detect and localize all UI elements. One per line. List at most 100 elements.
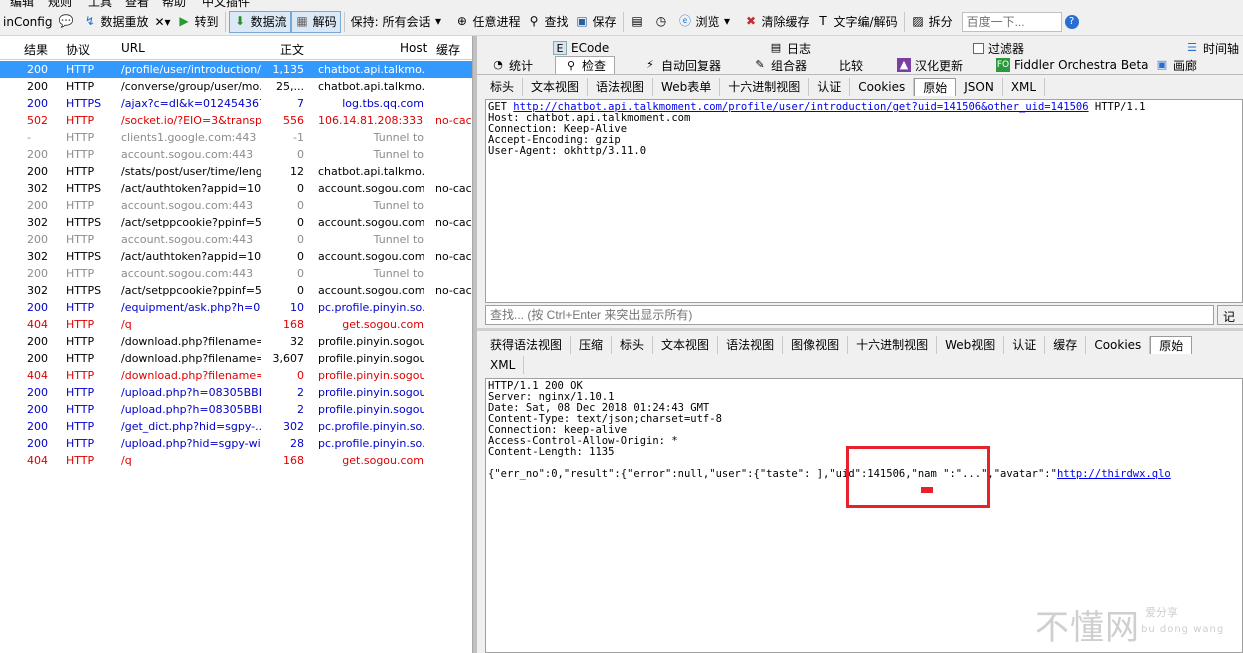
tab-gallery[interactable]: ▣ 画廊 — [1155, 56, 1197, 74]
stream-button[interactable]: ⬇ 数据流 — [228, 10, 291, 33]
response-tab[interactable]: 认证 — [1004, 336, 1046, 354]
cell-host: profile.pinyin.sogou... — [318, 386, 424, 399]
request-tab[interactable]: 文本视图 — [523, 78, 589, 96]
text-encode-button[interactable]: T 文字编/解码 — [813, 11, 901, 33]
find-view-button[interactable]: 记 — [1217, 305, 1243, 325]
cell-protocol: HTTP — [66, 420, 95, 433]
tab-autoresponder[interactable]: ⚡ 自动回复器 — [643, 56, 721, 74]
request-tab[interactable]: Web表单 — [653, 78, 721, 96]
response-tab[interactable]: 十六进制视图 — [848, 336, 938, 354]
table-row[interactable]: 200 HTTP/converse/group/user/mo... 25,... c… — [0, 78, 472, 95]
timer-button[interactable]: ◷ — [651, 11, 675, 33]
menu-rules[interactable]: 规则 — [48, 0, 72, 8]
table-row[interactable]: 200 HTTP/upload.php?hid=sgpy-wi... 28 pc.pr… — [0, 435, 472, 452]
any-process-button[interactable]: ⊕ 任意进程 — [451, 11, 523, 33]
search-input[interactable] — [961, 11, 1062, 32]
response-tab[interactable]: 图像视图 — [783, 336, 849, 354]
table-row[interactable]: 502 HTTP/socket.io/?EIO=3&transp... 556 106… — [0, 112, 472, 129]
table-row[interactable]: 200 HTTP/download.php?filename=... 3,607 pr… — [0, 350, 472, 367]
clear-cache-button[interactable]: ✖ 清除缓存 — [741, 11, 813, 33]
tab-inspectors[interactable]: ⚲ 检查 — [555, 56, 616, 74]
column-cache[interactable]: 缓存 — [436, 41, 460, 58]
table-row[interactable]: 200 HTTP/upload.php?h=08305BBB... 2 profile… — [0, 401, 472, 418]
screenshot-button[interactable]: ▤ — [627, 11, 651, 33]
table-row[interactable]: 200 HTTP/get_dict.php?hid=sgpy-... 302 pc.p… — [0, 418, 472, 435]
replay-button[interactable]: ↯ 数据重放 — [79, 11, 151, 33]
response-tab[interactable]: Cookies — [1086, 336, 1151, 354]
response-tab[interactable]: 压缩 — [571, 336, 613, 354]
column-body[interactable]: 正文 — [280, 41, 304, 58]
go-button[interactable]: ▶ 转到 — [174, 11, 222, 33]
cell-url: /upload.php?h=08305BBB... — [121, 403, 261, 416]
table-row[interactable]: 302 HTTPS/act/authtoken?appid=10... 0 accou… — [0, 248, 472, 265]
response-tab[interactable]: 获得语法视图 — [482, 336, 572, 354]
table-row[interactable]: 200 HTTPS/ajax?c=dl&k=012454367... 7 log.tb… — [0, 95, 472, 112]
response-tab[interactable]: 标头 — [612, 336, 654, 354]
table-row[interactable]: 302 HTTPS/act/authtoken?appid=10... 0 accou… — [0, 180, 472, 197]
request-raw-view[interactable]: GET http://chatbot.api.talkmoment.com/pr… — [485, 99, 1243, 303]
response-tab[interactable]: XML — [482, 356, 525, 374]
find-input[interactable] — [485, 305, 1214, 325]
request-tab[interactable]: Cookies — [850, 78, 915, 96]
column-result[interactable]: 结果 — [24, 41, 48, 58]
help-button[interactable]: ? — [1062, 11, 1085, 33]
table-row[interactable]: 200 HTTP/profile/user/introduction/... 1,1… — [0, 61, 472, 78]
comment-button[interactable]: 💬 — [55, 11, 79, 33]
browse-button[interactable]: ⓔ 浏览 ▾ — [675, 11, 741, 33]
table-row[interactable]: 200 HTTP/stats/post/user/time/length 12 cha… — [0, 163, 472, 180]
decode-button[interactable]: ▦ 解码 — [290, 10, 341, 33]
response-tab[interactable]: 文本视图 — [653, 336, 719, 354]
tearoff-button[interactable]: ▨ 拆分 — [908, 11, 956, 33]
table-row[interactable]: 302 HTTPS/act/setppcookie?ppinf=5... 0 acco… — [0, 214, 472, 231]
winconfig-button[interactable]: inConfig — [0, 11, 55, 33]
table-row[interactable]: 302 HTTPS/act/setppcookie?ppinf=5... 0 acco… — [0, 282, 472, 299]
table-row[interactable]: 404 HTTP/q 168 get.sogou.com — [0, 452, 472, 469]
table-row[interactable]: 404 HTTP/q 168 get.sogou.com — [0, 316, 472, 333]
keep-sessions-dropdown[interactable]: 保持: 所有会话 ▾ — [348, 11, 452, 33]
request-tab[interactable]: 原始 — [914, 78, 957, 96]
column-url[interactable]: URL — [121, 41, 145, 55]
table-row[interactable]: 200 HTTP account.sogou.com:443 0 Tunnel to — [0, 231, 472, 248]
table-row[interactable]: 200 HTTP account.sogou.com:443 0 Tunnel to — [0, 197, 472, 214]
table-row[interactable]: 200 HTTP account.sogou.com:443 0 Tunnel to — [0, 265, 472, 282]
response-tab[interactable]: 缓存 — [1045, 336, 1087, 354]
response-tab[interactable]: 原始 — [1150, 336, 1193, 354]
request-tab[interactable]: 认证 — [809, 78, 851, 96]
column-host[interactable]: Host — [400, 41, 427, 55]
table-row[interactable]: 200 HTTP/download.php?filename=... 32 profi… — [0, 333, 472, 350]
cell-url: /converse/group/user/mo... — [121, 80, 261, 93]
table-row[interactable]: 404 HTTP/download.php?filename=... 0 profil… — [0, 367, 472, 384]
tab-compare-label: 比较 — [839, 58, 864, 73]
request-tab[interactable]: 十六进制视图 — [720, 78, 810, 96]
any-process-label: 任意进程 — [472, 15, 521, 29]
menu-edit[interactable]: 编辑 — [10, 0, 34, 8]
request-tab[interactable]: JSON — [956, 78, 1003, 96]
request-tab[interactable]: 语法视图 — [588, 78, 654, 96]
table-row[interactable]: - HTTP clients1.google.com:443 -1 Tunnel to — [0, 129, 472, 146]
table-row[interactable]: 200 HTTP/equipment/ask.php?h=0... 10 pc.pro… — [0, 299, 472, 316]
tab-orchestra[interactable]: FO Fiddler Orchestra Beta — [996, 56, 1149, 74]
menu-plugin[interactable]: 中文插件 — [202, 0, 250, 8]
table-row[interactable]: 200 HTTP/upload.php?h=08305BBB... 2 profile… — [0, 384, 472, 401]
horizontal-splitter[interactable] — [477, 328, 1243, 331]
response-tab[interactable]: 语法视图 — [718, 336, 784, 354]
table-row[interactable]: 200 HTTP account.sogou.com:443 0 Tunnel to — [0, 146, 472, 163]
menu-tools[interactable]: 工具 — [88, 0, 112, 8]
save-button[interactable]: ▣ 保存 — [571, 11, 619, 33]
remove-button[interactable]: ✕▾ — [151, 11, 173, 33]
checkbox-icon — [973, 42, 984, 54]
menu-help[interactable]: 帮助 — [162, 0, 186, 8]
tab-hanhua[interactable]: ▲ 汉化更新 — [897, 56, 963, 74]
request-tab[interactable]: XML — [1003, 78, 1046, 96]
response-tab[interactable]: Web视图 — [937, 336, 1005, 354]
tab-composer[interactable]: ✎ 组合器 — [753, 56, 807, 74]
request-tab[interactable]: 标头 — [482, 78, 524, 96]
cell-result: 404 — [27, 318, 48, 331]
menu-view[interactable]: 查看 — [125, 0, 149, 8]
column-protocol[interactable]: 协议 — [66, 41, 90, 58]
response-avatar-link[interactable]: http://thirdwx.qlo — [1057, 468, 1171, 480]
tab-compare[interactable]: 比较 — [839, 56, 863, 74]
cell-host: get.sogou.com — [342, 318, 424, 331]
tab-statistics[interactable]: ◔ 统计 — [491, 56, 533, 74]
find-button[interactable]: ⚲ 查找 — [523, 11, 571, 33]
